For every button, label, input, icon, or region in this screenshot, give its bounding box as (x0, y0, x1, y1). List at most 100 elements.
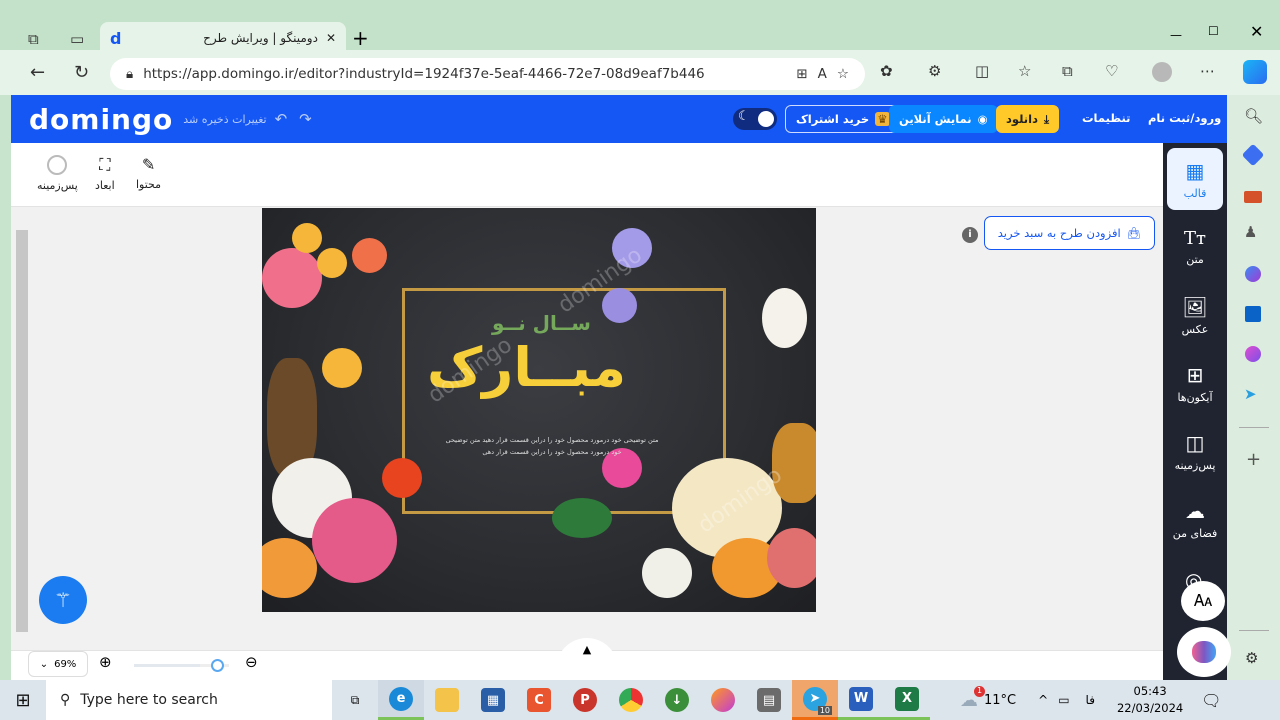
collections-icon[interactable]: ⧉ (1062, 62, 1073, 80)
games-icon[interactable]: ♟ (1244, 223, 1257, 241)
chrome-icon (619, 688, 643, 712)
taskbar-search[interactable]: ⚲ Type here to search (46, 680, 332, 720)
extensions-icon[interactable]: ⚙ (928, 62, 941, 80)
content-tool[interactable]: ✎ محتوا (136, 155, 161, 191)
store-app[interactable]: ▦ (470, 680, 516, 720)
task-view-button[interactable]: ⧉ (332, 680, 378, 720)
idm-app[interactable]: ↓ (654, 680, 700, 720)
firefox-app[interactable] (700, 680, 746, 720)
design-canvas[interactable]: ســال نــو مبــارک متن توضیحی خود درمورد… (262, 208, 816, 612)
shopping-icon[interactable] (1241, 143, 1265, 167)
sidebar-item-template[interactable]: ▦ قالب (1167, 148, 1223, 210)
zoom-slider[interactable] (134, 659, 229, 672)
store-icon: ▦ (481, 688, 505, 712)
word-app[interactable]: W (838, 680, 884, 720)
subscribe-label: خرید اشتراک (796, 112, 870, 126)
sidebar-item-icons[interactable]: ⊞ آیکون‌ها (1167, 352, 1223, 414)
read-aloud-icon[interactable]: A (818, 66, 827, 82)
translate-button[interactable]: 🗛 (1181, 581, 1225, 621)
subscribe-button[interactable]: ♛ خرید اشتراک (785, 105, 901, 133)
dark-mode-toggle[interactable]: ☾ (733, 108, 777, 130)
generic-app[interactable]: ▤ (746, 680, 792, 720)
add-to-cart-button[interactable]: 👜︎ افزودن طرح به سبد خرید (984, 216, 1155, 250)
save-status: تغییرات ذخیره شد (183, 112, 267, 126)
tab-actions-icon[interactable]: ▭ (70, 30, 84, 48)
telegram-badge: 10 (817, 706, 832, 715)
ai-assistant-button[interactable] (1177, 627, 1231, 677)
copilot-sidebar-icon[interactable] (1243, 60, 1267, 84)
telegram-icon[interactable]: ➤ (1244, 385, 1257, 403)
minimize-button[interactable]: — (1170, 28, 1182, 42)
maximize-button[interactable]: ☐ (1208, 24, 1219, 38)
sidebar-item-background[interactable]: ◫ پس‌زمینه (1167, 420, 1223, 482)
weather-widget[interactable]: ☁ 1 11°C (960, 685, 1017, 711)
moon-icon: ☾ (738, 109, 750, 124)
editor-sidebar: ▦ قالب Tт متن 🖼︎ عکس ⊞ آیکون‌ها ◫ پس‌زمینه ☁ ف… (1163, 143, 1231, 680)
battery-icon[interactable]: ▭ (1058, 693, 1069, 707)
close-tab-icon[interactable]: ✕ (326, 31, 336, 45)
address-bar[interactable]: 🔒︎ https://app.domingo.ir/editor?industr… (110, 58, 865, 90)
zoom-out-icon[interactable]: ⊖ (245, 653, 258, 671)
temperature: 11°C (984, 692, 1017, 708)
settings-link[interactable]: تنظیمات (1082, 111, 1131, 125)
excel-app[interactable]: X (884, 680, 930, 720)
microsoft365-icon[interactable] (1245, 266, 1261, 282)
chrome-app[interactable] (608, 680, 654, 720)
outlook-icon[interactable] (1245, 306, 1261, 322)
telegram-app[interactable]: ➤ 10 (792, 680, 838, 720)
login-link[interactable]: ورود/ثبت نام (1148, 111, 1221, 125)
app-available-icon[interactable]: ⊞ (796, 66, 807, 82)
zoom-level-dropdown[interactable]: ⌄ 69% (28, 651, 88, 677)
psiphon-app[interactable]: P (562, 680, 608, 720)
vertical-scrollbar[interactable] (16, 230, 28, 632)
search-icon[interactable]: 🔍︎ (1244, 107, 1263, 125)
content-label: محتوا (136, 178, 162, 191)
circle-icon (47, 155, 68, 175)
edge-app[interactable]: e (378, 680, 424, 720)
refresh-icon[interactable]: ↻ (74, 62, 89, 83)
more-menu-icon[interactable]: ⋯ (1200, 62, 1215, 80)
designer-icon[interactable] (1245, 346, 1261, 362)
background-tool[interactable]: پس‌زمینه (37, 155, 78, 192)
online-view-button[interactable]: ◉ نمایش آنلاین (889, 105, 998, 133)
download-button[interactable]: ⤓ دانلود (996, 105, 1060, 133)
tools-icon[interactable] (1244, 191, 1262, 203)
ccleaner-app[interactable]: C (516, 680, 562, 720)
copilot-icon[interactable]: ✿ (880, 62, 893, 80)
split-screen-icon[interactable]: ◫ (975, 62, 989, 80)
notifications-icon[interactable]: 🗨︎ (1201, 691, 1221, 710)
site-info-icon[interactable]: 🔒︎ (126, 66, 133, 82)
zoom-slider-thumb[interactable] (211, 659, 224, 672)
add-sidebar-app-icon[interactable]: + (1246, 449, 1261, 470)
windows-icon: ⊞ (15, 689, 31, 711)
workspaces-icon[interactable]: ⧉ (28, 30, 39, 48)
eye-icon: ◉ (977, 112, 988, 126)
design-description[interactable]: متن توضیحی خود درمورد محصول خود را دراین… (422, 434, 682, 458)
performance-icon[interactable]: ♡ (1105, 62, 1118, 80)
sidebar-item-image[interactable]: 🖼︎ عکس (1167, 284, 1223, 346)
domingo-logo[interactable]: domingo (29, 103, 173, 136)
explorer-app[interactable] (424, 680, 470, 720)
language-indicator[interactable]: فا (1086, 693, 1095, 707)
redo-icon[interactable]: ↷ (299, 110, 312, 128)
dimensions-tool[interactable]: ⛶ ابعاد (95, 155, 115, 192)
zoom-in-icon[interactable]: ⊕ (99, 653, 112, 671)
sidebar-item-text[interactable]: Tт متن (1167, 216, 1223, 278)
favorites-icon[interactable]: ☆ (1018, 62, 1031, 80)
search-placeholder: Type here to search (80, 692, 218, 708)
new-tab-button[interactable]: + (352, 26, 369, 50)
clock[interactable]: 05:43 22/03/2024 (1117, 683, 1183, 717)
info-icon[interactable]: i (962, 227, 978, 243)
design-subtitle[interactable]: ســال نــو (492, 311, 591, 335)
start-button[interactable]: ⊞ (0, 680, 46, 720)
back-icon[interactable]: ← (30, 62, 45, 83)
profile-avatar[interactable] (1152, 62, 1172, 82)
show-hidden-icons[interactable]: ^ (1038, 693, 1048, 707)
magic-wand-button[interactable]: ⚚ (39, 576, 87, 624)
close-window-button[interactable]: ✕ (1250, 22, 1263, 41)
favorite-star-icon[interactable]: ☆ (837, 66, 849, 82)
sidebar-item-my-space[interactable]: ☁ فضای من (1167, 488, 1223, 550)
undo-icon[interactable]: ↶ (275, 110, 288, 128)
settings-gear-icon[interactable]: ⚙ (1245, 649, 1258, 667)
url-text[interactable]: https://app.domingo.ir/editor?industryId… (143, 66, 786, 82)
